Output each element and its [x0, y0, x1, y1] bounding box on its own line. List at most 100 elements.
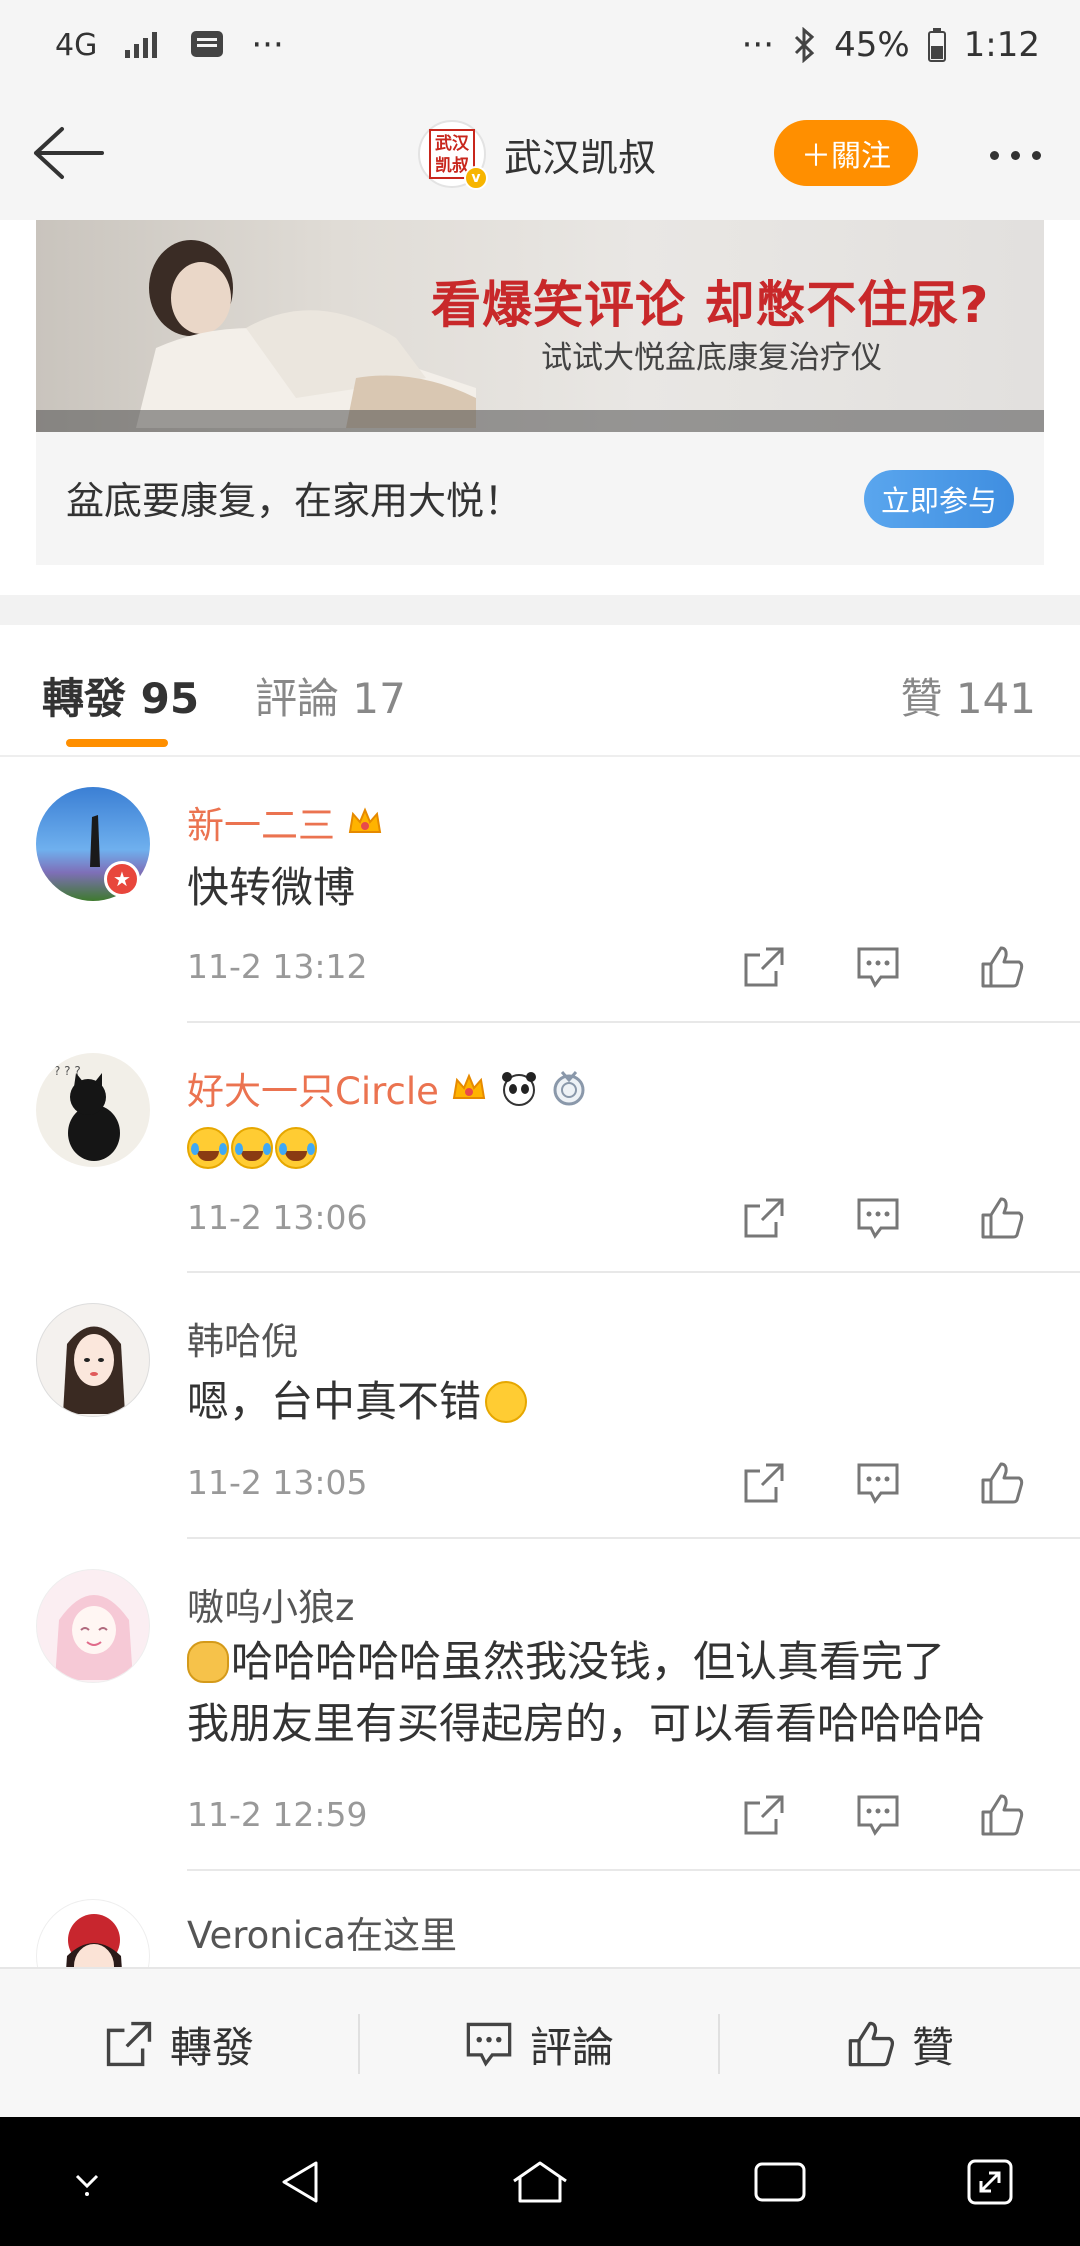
forward-action-button[interactable] — [734, 1188, 794, 1248]
bottom-forward-label: 轉發 — [169, 2022, 254, 2072]
avatar[interactable] — [36, 1899, 150, 1967]
avatar[interactable]: ? ? ? — [36, 1053, 150, 1167]
top-header: 武汉凯叔 v 武汉凯叔 ＋關注 — [0, 90, 1080, 220]
username-text: Veronica在这里 — [187, 1914, 457, 1957]
account-avatar[interactable]: 武汉凯叔 v — [418, 120, 488, 190]
more-options-button[interactable] — [970, 130, 1060, 180]
crown-badge-icon — [348, 807, 382, 833]
verified-badge-icon: v — [464, 166, 488, 190]
battery-icon — [927, 28, 946, 62]
thumbs-up-icon — [981, 1462, 1024, 1504]
username[interactable]: 新一二三 — [187, 795, 385, 849]
recents-icon — [754, 2162, 806, 2202]
repost-content-text: 嗯，台中真不错 — [187, 1377, 482, 1426]
username[interactable]: 好大一只Circle — [187, 1061, 589, 1115]
message-icon — [189, 29, 225, 61]
more-dot-icon — [1031, 150, 1041, 160]
status-bar: 4G ··· ··· 45% 1:12 — [0, 0, 1080, 90]
repost-list: ★ 新一二三 快转微博 11-2 13:12 ? ? ? 好大一只Circle — [0, 757, 1080, 1967]
share-icon — [744, 1463, 784, 1503]
bottom-comment-button[interactable]: 評論 — [360, 1969, 718, 2119]
like-action-button[interactable] — [972, 1188, 1032, 1248]
thinking-emoji-icon — [485, 1381, 528, 1423]
ad-model-image — [136, 240, 476, 428]
comment-icon — [857, 1463, 899, 1504]
comment-action-button[interactable] — [848, 1188, 908, 1248]
ad-subheadline: 试试大悦盆底康复治疗仪 — [541, 340, 882, 376]
list-item: ★ 新一二三 快转微博 11-2 13:12 — [0, 757, 1080, 1023]
back-triangle-icon — [282, 2161, 318, 2203]
ad-join-button[interactable]: 立即参与 — [864, 470, 1014, 528]
like-action-button[interactable] — [972, 1785, 1032, 1845]
bottom-forward-button[interactable]: 轉發 — [0, 1969, 358, 2119]
tab-comments[interactable]: 評論 17 — [255, 665, 406, 726]
laugh-cry-emoji-icon — [231, 1127, 273, 1169]
username-text: 新一二三 — [187, 804, 335, 847]
tab-likes[interactable]: 贊 141 — [900, 665, 1036, 726]
follow-button[interactable]: ＋關注 — [774, 120, 918, 186]
nav-home-button[interactable] — [505, 2147, 575, 2217]
repost-content — [187, 1127, 317, 1169]
avatar[interactable] — [36, 1569, 150, 1683]
username-text: 韩哈倪 — [187, 1320, 298, 1363]
share-icon — [744, 947, 784, 987]
bottom-like-button[interactable]: 贊 — [720, 1969, 1080, 2119]
back-button[interactable] — [28, 118, 108, 188]
more-notifications: ··· — [251, 25, 284, 65]
username[interactable]: 嗷呜小狼z — [187, 1577, 354, 1631]
list-item: Veronica在这里 — [0, 1871, 1080, 1967]
more-dot-icon — [1010, 150, 1020, 160]
tab-active-indicator — [66, 739, 168, 747]
medal-badge-icon — [553, 1071, 585, 1106]
clock: 1:12 — [963, 25, 1040, 65]
expand-icon — [967, 2159, 1013, 2205]
nav-back-button[interactable] — [266, 2147, 336, 2217]
share-icon — [106, 2021, 152, 2067]
comment-action-button[interactable] — [848, 1453, 908, 1513]
timestamp: 11-2 13:06 — [187, 1198, 368, 1237]
comment-action-button[interactable] — [848, 937, 908, 997]
interaction-tabs: 轉發 95 評論 17 贊 141 — [0, 625, 1080, 757]
repost-content-line1: 哈哈哈哈哈虽然我没钱，但认真看完了 — [231, 1637, 946, 1686]
signal-icon — [123, 30, 163, 60]
forward-action-button[interactable] — [734, 1785, 794, 1845]
timestamp: 11-2 13:05 — [187, 1463, 368, 1502]
timestamp: 11-2 12:59 — [187, 1795, 368, 1834]
nav-recents-button[interactable] — [745, 2147, 815, 2217]
thumbs-up-icon — [981, 1794, 1024, 1836]
back-arrow-icon — [34, 127, 104, 179]
nav-expand-button[interactable] — [955, 2147, 1025, 2217]
section-gap — [0, 595, 1080, 625]
vip-star-icon: ★ — [104, 861, 140, 897]
like-action-button[interactable] — [972, 1453, 1032, 1513]
list-item: 韩哈倪 嗯，台中真不错 11-2 13:05 — [0, 1273, 1080, 1539]
like-action-button[interactable] — [972, 937, 1032, 997]
system-navigation-bar — [0, 2117, 1080, 2246]
comment-icon — [857, 1795, 899, 1836]
doge-emoji-icon — [187, 1641, 229, 1683]
share-icon — [744, 1795, 784, 1835]
crown-badge-icon — [452, 1073, 486, 1099]
network-label: 4G — [55, 27, 98, 63]
ad-banner-image[interactable]: 看爆笑评论 却憋不住尿? 试试大悦盆底康复治疗仪 — [36, 220, 1044, 432]
comment-icon — [857, 1198, 899, 1239]
ad-section: 看爆笑评论 却憋不住尿? 试试大悦盆底康复治疗仪 盆底要康复，在家用大悦！ 立即… — [0, 220, 1080, 595]
bottom-action-bar: 轉發 評論 贊 — [0, 1967, 1080, 2117]
repost-content: 嗯，台中真不错 — [187, 1371, 528, 1433]
thumbs-up-icon — [848, 2021, 894, 2067]
ad-fineprint-strip — [36, 410, 1044, 432]
home-icon — [513, 2161, 567, 2203]
forward-action-button[interactable] — [734, 937, 794, 997]
nav-hide-keyboard-button[interactable] — [52, 2147, 122, 2217]
tab-forwards[interactable]: 轉發 95 — [42, 665, 199, 726]
repost-content-line2: 我朋友里有买得起房的，可以看看哈哈哈哈 — [187, 1699, 986, 1748]
chevron-down-icon — [75, 2174, 99, 2196]
forward-action-button[interactable] — [734, 1453, 794, 1513]
username[interactable]: Veronica在这里 — [187, 1905, 457, 1959]
account-title[interactable]: 武汉凯叔 v 武汉凯叔 — [418, 120, 656, 190]
list-item: ? ? ? 好大一只Circle 11-2 13:06 — [0, 1023, 1080, 1273]
comment-action-button[interactable] — [848, 1785, 908, 1845]
ad-card[interactable]: 看爆笑评论 却憋不住尿? 试试大悦盆底康复治疗仪 盆底要康复，在家用大悦！ 立即… — [36, 220, 1044, 565]
username[interactable]: 韩哈倪 — [187, 1311, 298, 1365]
avatar[interactable] — [36, 1303, 150, 1417]
